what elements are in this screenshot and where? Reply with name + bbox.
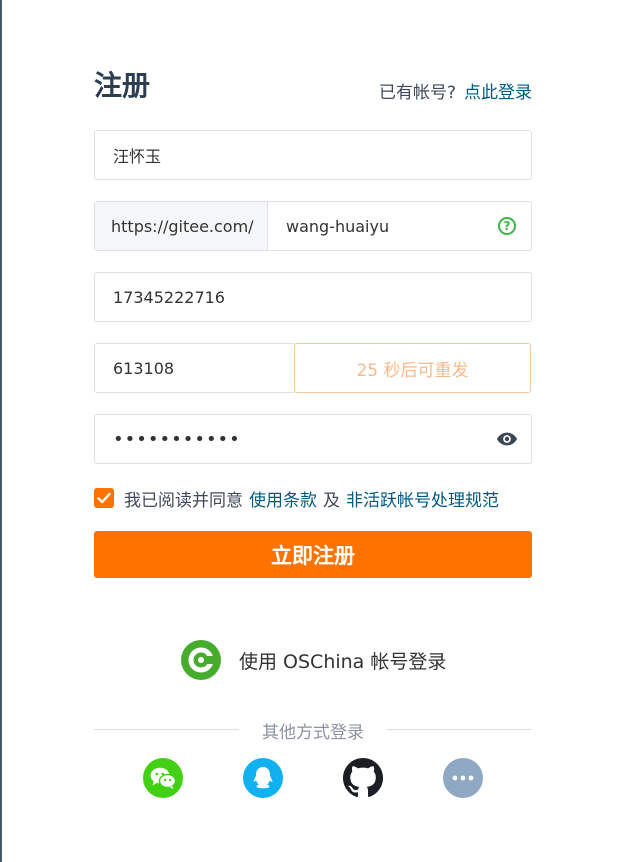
agreement-and: 及 [323,490,340,511]
agreement-row: 我已阅读并同意 使用条款 及 非活跃帐号处理规范 [94,486,505,511]
name-input[interactable] [95,131,531,179]
login-hint: 已有帐号? 点此登录 [379,78,532,103]
page-title: 注册 [94,69,151,102]
more-login-button[interactable] [443,758,483,798]
policy-link[interactable]: 非活跃帐号处理规范 [346,486,499,511]
window-edge [0,0,2,862]
other-login-label: 其他方式登录 [262,723,364,743]
more-icon [452,775,474,781]
divider-line-right [387,729,532,730]
github-login-button[interactable] [343,758,383,798]
phone-input[interactable] [95,273,531,321]
wechat-icon [150,767,177,789]
url-prefix: https://gitee.com/ [95,202,268,250]
qq-icon [253,767,273,789]
oschina-logo-icon [181,640,221,680]
login-prompt: 已有帐号? [378,83,456,103]
eye-icon[interactable] [496,430,518,448]
checkmark-icon [97,492,111,504]
agree-checkbox[interactable] [94,488,114,508]
oschina-login-label: 使用 OSChina 帐号登录 [239,650,447,673]
github-icon [343,758,383,798]
password-field[interactable] [94,414,532,464]
verification-code-field[interactable] [94,343,296,393]
password-input[interactable] [95,415,531,463]
phone-field[interactable] [94,272,532,322]
other-login-divider: 其他方式登录 [94,718,532,743]
oschina-login-button[interactable]: 使用 OSChina 帐号登录 [181,640,446,680]
qq-login-button[interactable] [243,758,283,798]
personal-url-field: https://gitee.com/ ? [94,201,532,251]
wechat-login-button[interactable] [143,758,183,798]
header: 注册 已有帐号? 点此登录 [94,64,532,104]
register-button[interactable]: 立即注册 [94,531,532,578]
terms-link[interactable]: 使用条款 [249,486,317,511]
username-field-wrap: ? [268,202,531,250]
help-icon[interactable]: ? [498,217,516,235]
login-link[interactable]: 点此登录 [464,83,532,103]
verification-code-input[interactable] [95,344,295,392]
username-input[interactable] [268,202,531,250]
resend-code-button[interactable]: 25 秒后可重发 [294,343,531,393]
name-field[interactable] [94,130,532,180]
agreement-text: 我已阅读并同意 [124,490,243,511]
